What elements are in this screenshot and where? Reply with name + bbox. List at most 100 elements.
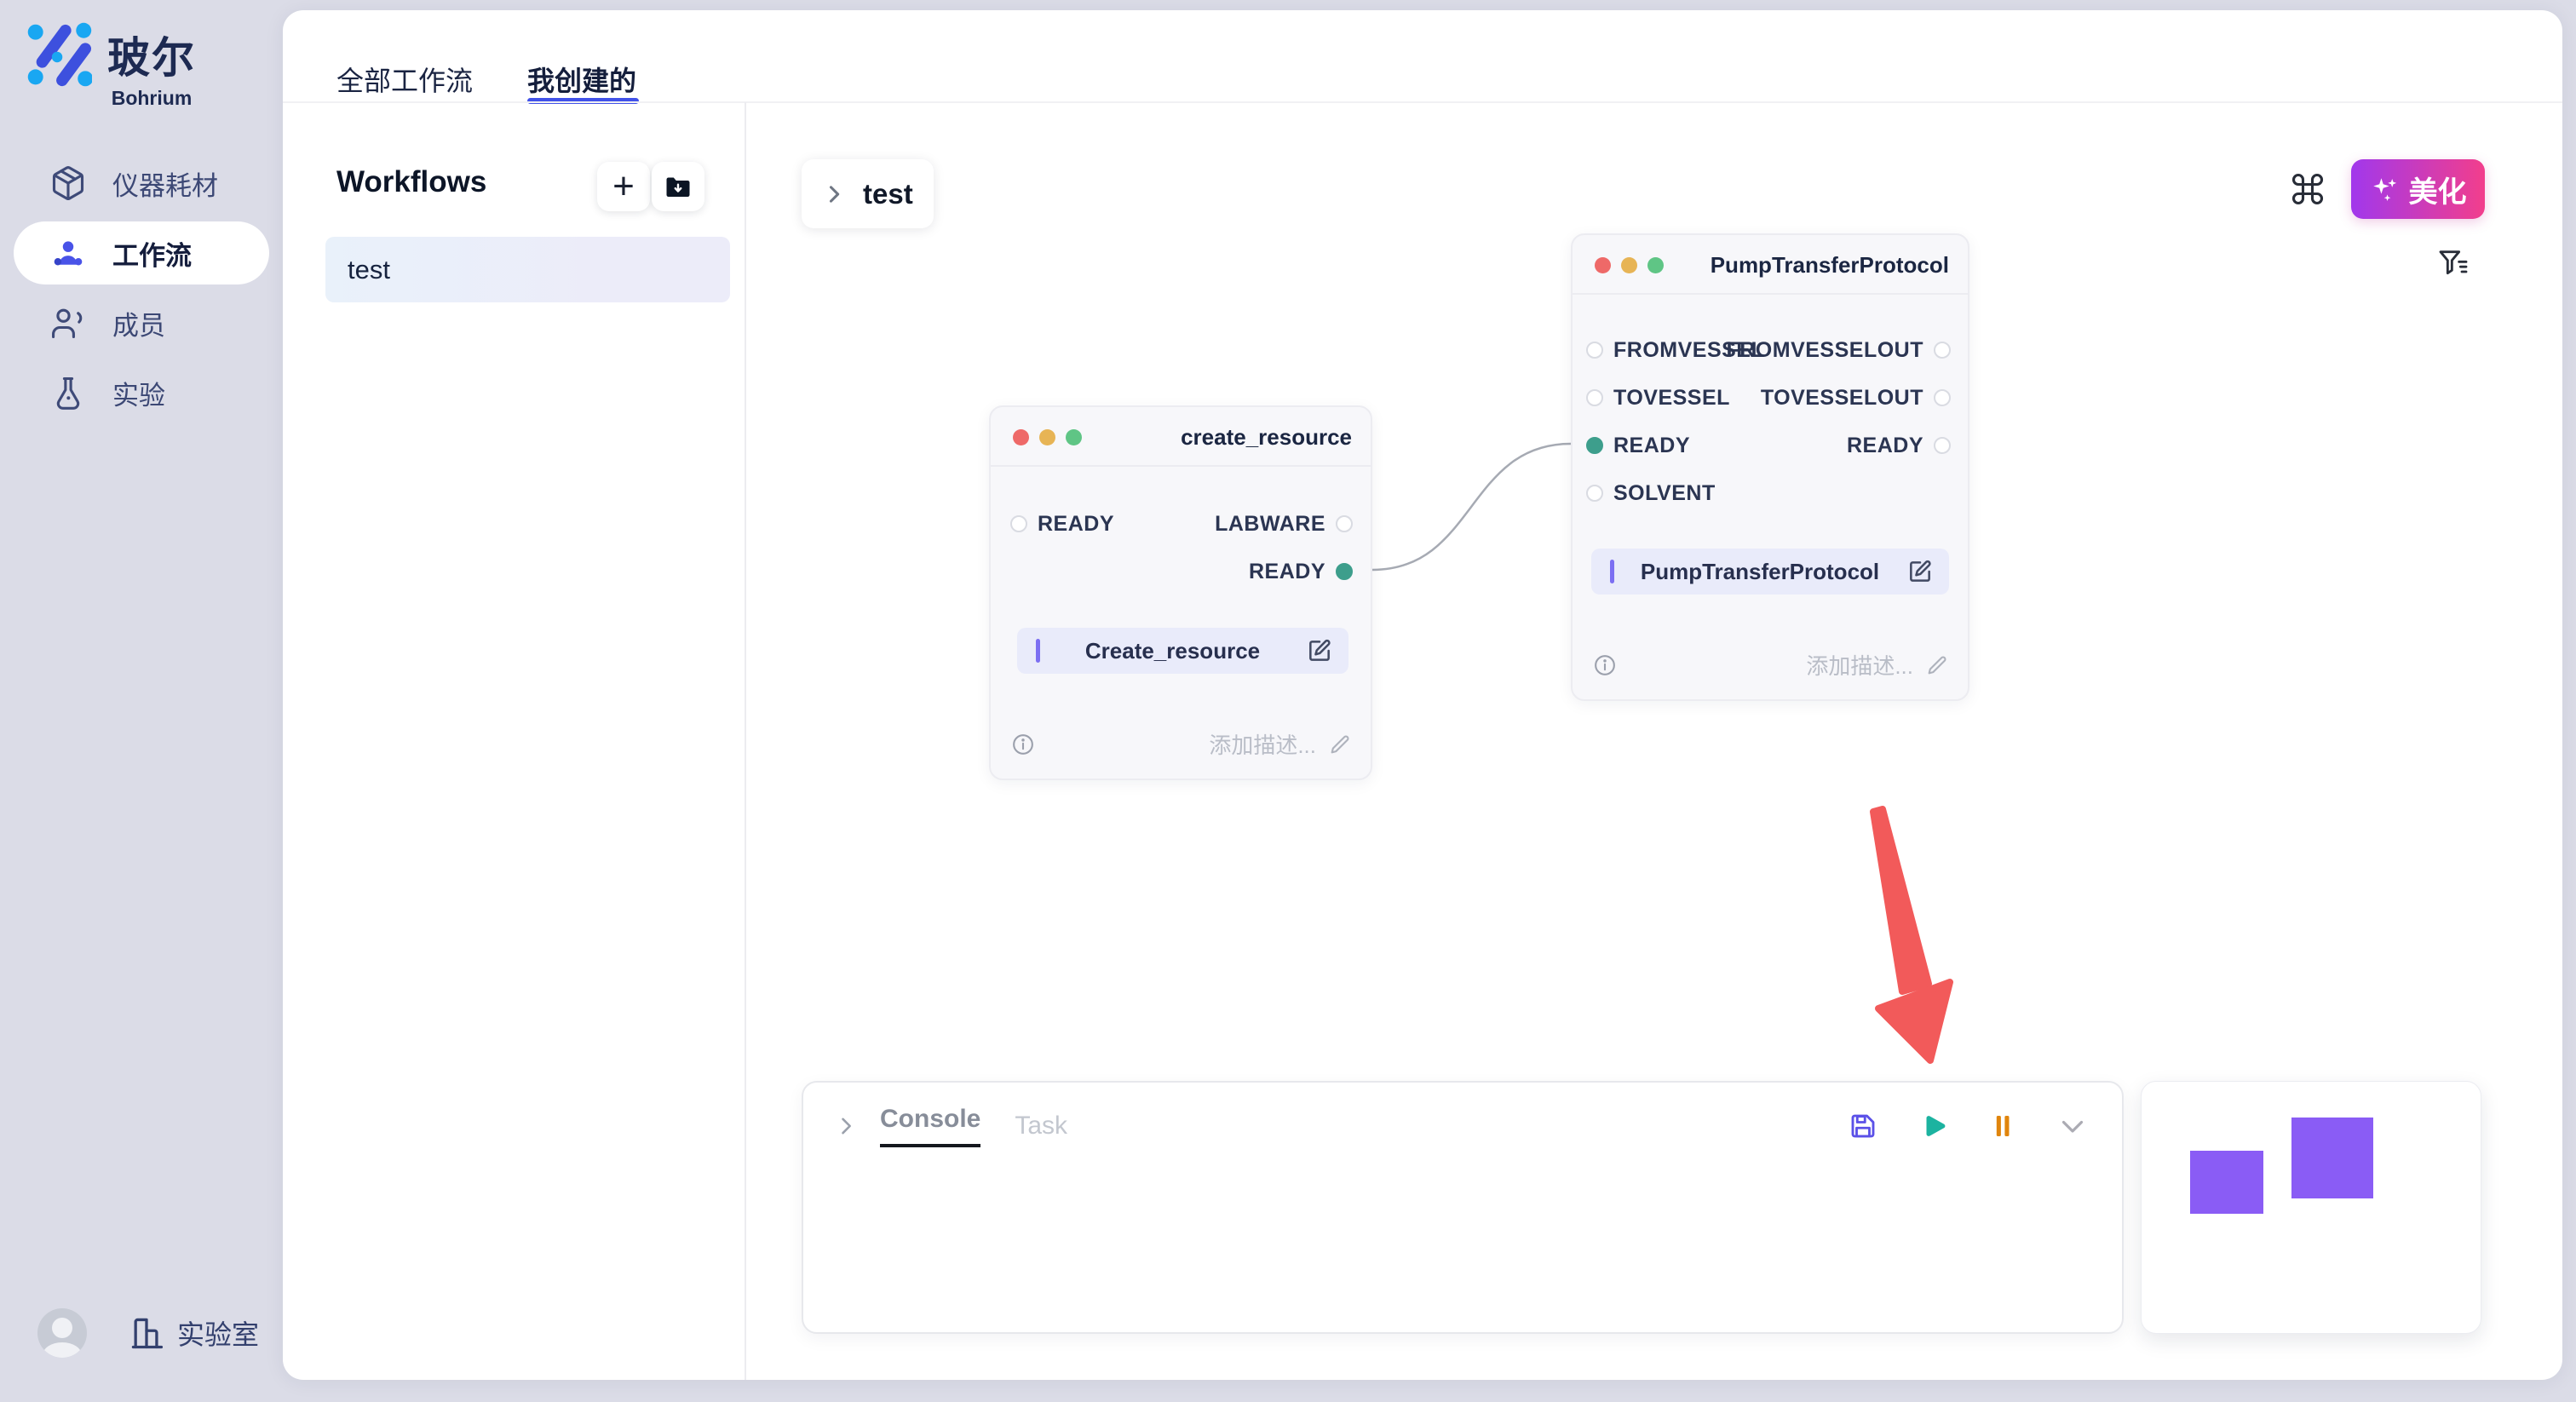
port-out-fromvesselout[interactable] [1934, 342, 1951, 359]
node-title: PumpTransferProtocol [1711, 235, 1949, 295]
workflows-panel-title: Workflows [336, 165, 486, 199]
console-header: Console Task [834, 1105, 2088, 1147]
brand-subtitle: Bohrium [112, 87, 193, 110]
beautify-button[interactable]: 美化 [2351, 159, 2485, 219]
beautify-label: 美化 [2409, 169, 2467, 210]
pencil-icon[interactable] [1925, 653, 1949, 677]
dot-green[interactable] [1066, 429, 1082, 445]
import-folder-button[interactable] [652, 162, 704, 211]
workflow-list-item-test[interactable]: test [325, 237, 730, 302]
dot-yellow[interactable] [1039, 429, 1055, 445]
folder-download-icon [663, 171, 693, 202]
sidebar-item-experiments[interactable]: 实验 [14, 361, 269, 424]
port-in-ready[interactable] [1010, 515, 1027, 532]
node-footer: 添加描述... [1011, 728, 1352, 760]
port-row: READY [1010, 500, 1114, 548]
edit-icon[interactable] [1906, 558, 1934, 585]
red-arrow-annotation [1873, 809, 1950, 1060]
node-action-pump-transfer[interactable]: PumpTransferProtocol [1591, 549, 1949, 595]
port-label: TOVESSELOUT [1761, 386, 1923, 411]
building-icon [128, 1314, 165, 1352]
port-row: SOLVENT [1586, 469, 1764, 517]
panel-divider [745, 102, 746, 1380]
port-label: READY [1613, 434, 1690, 458]
add-workflow-button[interactable]: + [597, 162, 650, 211]
sidebar-item-label: 成员 [112, 304, 165, 342]
main-panel: 全部工作流 我创建的 Workflows + test test [283, 10, 2562, 1380]
dot-red[interactable] [1595, 257, 1611, 273]
dot-yellow[interactable] [1621, 257, 1637, 273]
port-out-labware[interactable] [1336, 515, 1353, 532]
tab-all-workflows[interactable]: 全部工作流 [336, 60, 473, 99]
node-header[interactable]: PumpTransferProtocol [1573, 235, 1968, 295]
traffic-dots [1595, 257, 1664, 273]
port-row: READY [1215, 548, 1353, 595]
port-row: READY [1726, 422, 1951, 469]
port-row: TOVESSELOUT [1726, 374, 1951, 422]
node-header[interactable]: create_resource [991, 407, 1371, 467]
sidebar-item-instruments[interactable]: 仪器耗材 [14, 152, 269, 215]
tab-console[interactable]: Console [880, 1105, 980, 1147]
port-label: TOVESSEL [1613, 386, 1730, 411]
sidebar-item-label: 实验 [112, 374, 165, 412]
traffic-dots [1013, 429, 1082, 445]
pencil-icon[interactable] [1328, 733, 1352, 756]
sidebar-item-members[interactable]: 成员 [14, 291, 269, 354]
save-icon[interactable] [1848, 1111, 1878, 1141]
port-row: FROMVESSELOUT [1726, 326, 1951, 374]
command-palette-icon[interactable] [2289, 170, 2326, 208]
dot-green[interactable] [1647, 257, 1664, 273]
minimap[interactable] [2141, 1081, 2481, 1334]
test-tube-icon [49, 374, 87, 411]
info-icon[interactable] [1011, 733, 1035, 756]
brand-name: 玻尔 [107, 24, 196, 85]
lab-switcher[interactable]: 实验室 [128, 1313, 259, 1353]
chevron-right-icon [822, 182, 846, 206]
flow-breadcrumb[interactable]: test [802, 159, 934, 228]
port-in-fromvessel[interactable] [1586, 342, 1603, 359]
sidebar-nav: 仪器耗材 工作流 成员 [0, 145, 283, 431]
node-action-create-resource[interactable]: Create_resource [1017, 628, 1348, 674]
sidebar-item-workflow[interactable]: 工作流 [14, 221, 269, 284]
members-icon [49, 304, 87, 342]
chevron-right-icon[interactable] [834, 1114, 858, 1138]
brand-logo[interactable]: 玻尔 Bohrium [26, 22, 196, 110]
tab-task[interactable]: Task [1015, 1112, 1067, 1141]
port-out-tovesselout[interactable] [1934, 389, 1951, 406]
description-area[interactable]: 添加描述... [1209, 728, 1352, 760]
port-out-ready[interactable] [1336, 563, 1353, 580]
bohrium-logo-icon [26, 22, 92, 89]
action-label: PumpTransferProtocol [1591, 559, 1906, 585]
node-title: create_resource [1181, 407, 1352, 467]
port-out-ready[interactable] [1934, 437, 1951, 454]
user-avatar[interactable] [37, 1308, 87, 1358]
run-icon[interactable] [1918, 1111, 1948, 1141]
description-area[interactable]: 添加描述... [1806, 649, 1949, 681]
console-actions [1848, 1111, 2088, 1141]
console-panel: Console Task [802, 1081, 2124, 1334]
breadcrumb-label: test [863, 178, 913, 210]
sidebar-footer: 实验室 [37, 1308, 259, 1358]
sidebar-item-label: 工作流 [112, 234, 192, 273]
port-label: READY [1249, 560, 1325, 584]
info-icon[interactable] [1593, 653, 1617, 677]
port-in-solvent[interactable] [1586, 485, 1603, 502]
dot-red[interactable] [1013, 429, 1029, 445]
minimap-node-create-resource [2190, 1151, 2263, 1214]
sidebar-item-label: 仪器耗材 [112, 164, 218, 203]
edit-icon[interactable] [1306, 637, 1333, 664]
filter-icon[interactable] [2436, 246, 2470, 280]
tab-created-by-me[interactable]: 我创建的 [527, 60, 636, 99]
package-icon [49, 164, 87, 202]
pause-icon[interactable] [1987, 1111, 2018, 1141]
port-in-tovessel[interactable] [1586, 389, 1603, 406]
edge-ready-to-ready [1372, 444, 1571, 570]
chevron-down-icon[interactable] [2057, 1111, 2088, 1141]
output-ports: LABWARE READY [1215, 500, 1353, 595]
port-label: READY [1038, 512, 1114, 537]
description-placeholder: 添加描述... [1806, 649, 1913, 681]
node-create-resource[interactable]: create_resource READY LABWARE READY [989, 405, 1372, 780]
port-in-ready[interactable] [1586, 437, 1603, 454]
node-pump-transfer-protocol[interactable]: PumpTransferProtocol FROMVESSEL TOVESSEL… [1571, 233, 1969, 701]
workflow-icon [49, 234, 87, 272]
